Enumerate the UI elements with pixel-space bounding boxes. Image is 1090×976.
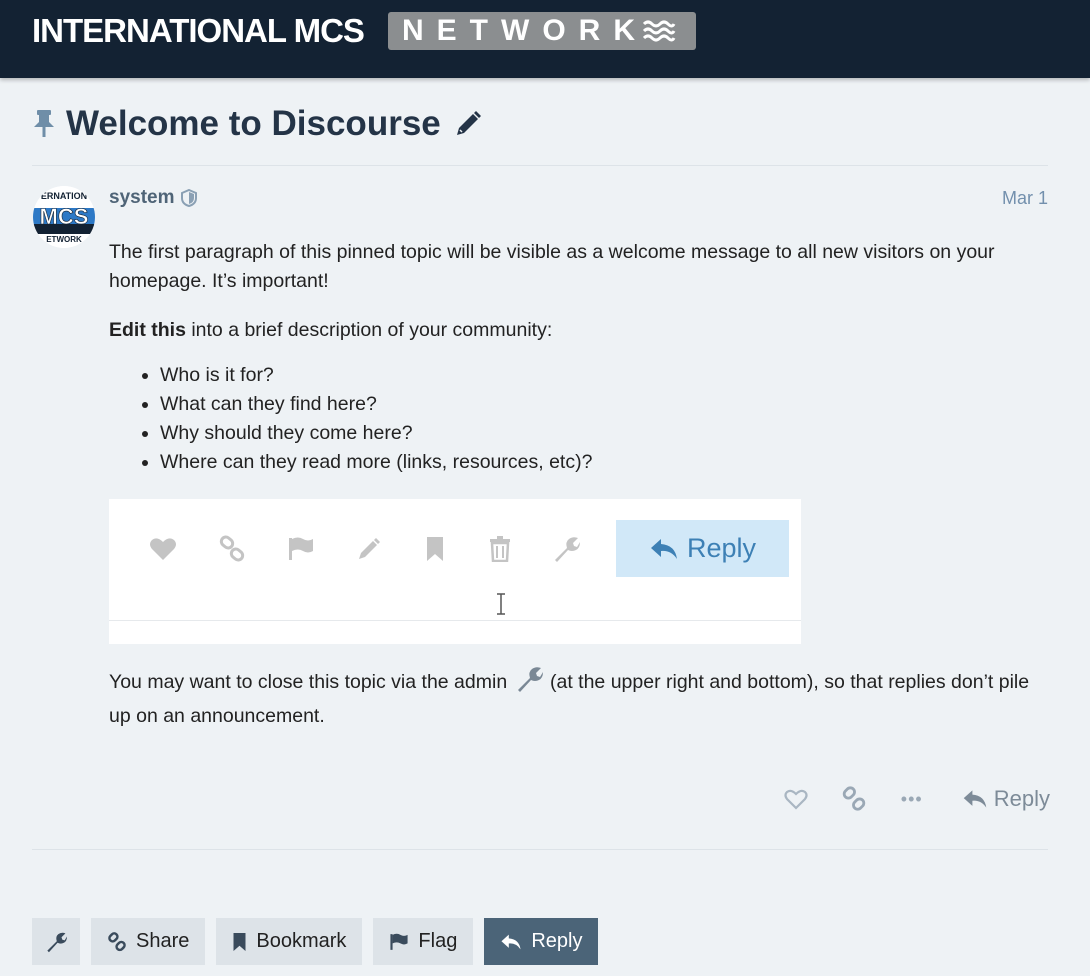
edit-rest-text: into a brief description of your communi… (185, 319, 553, 341)
embed-divider (109, 620, 801, 621)
avatar[interactable]: ERNATION MCS ETWORK (33, 186, 95, 248)
text-cursor-icon (496, 592, 506, 616)
post-actions: ••• Reply (776, 782, 1050, 816)
topic-title-row: Welcome to Discourse (32, 100, 483, 148)
embed-reply-label: Reply (686, 533, 757, 563)
title-divider (32, 165, 1048, 166)
list-item: Why should they come here? (160, 419, 1054, 448)
username-text[interactable]: system (109, 187, 175, 209)
flag-icon (287, 535, 315, 563)
more-actions-button[interactable]: ••• (892, 782, 932, 816)
embedded-screenshot[interactable]: Reply (109, 499, 801, 644)
bookmark-icon (421, 535, 449, 563)
flag-label: Flag (418, 930, 458, 952)
avatar-text-bot: ETWORK (46, 235, 82, 244)
post-paragraph-close: You may want to close this topic via the… (109, 665, 1054, 731)
post-body: The first paragraph of this pinned topic… (109, 238, 1054, 477)
topic-footer-buttons: Share Bookmark Flag Reply (32, 918, 609, 965)
reply-icon (650, 538, 677, 559)
flag-icon (390, 933, 408, 950)
waves-icon (642, 18, 676, 44)
post-paragraph-1: The first paragraph of this pinned topic… (109, 241, 995, 292)
post-paragraph-2: Edit this into a brief description of yo… (109, 316, 1054, 345)
like-button[interactable] (776, 782, 816, 816)
admin-wrench-button[interactable] (32, 918, 80, 965)
pencil-icon[interactable] (453, 109, 483, 139)
share-label: Share (136, 930, 190, 952)
shield-icon (180, 189, 197, 207)
bookmark-label: Bookmark (256, 930, 347, 952)
reply-label: Reply (531, 930, 583, 952)
reply-icon (963, 790, 987, 808)
post-date[interactable]: Mar 1 (1002, 188, 1048, 209)
heart-icon (149, 535, 177, 563)
pin-icon (32, 109, 58, 139)
share-button[interactable]: Share (91, 918, 206, 965)
flag-button[interactable]: Flag (373, 918, 474, 965)
list-item: Who is it for? (160, 361, 1054, 390)
reply-icon (501, 934, 521, 949)
bookmark-icon (233, 932, 246, 951)
avatar-text-top: ERNATION (41, 191, 87, 201)
embed-reply-button: Reply (616, 520, 789, 577)
trash-icon (486, 535, 514, 563)
post-reply-label: Reply (993, 786, 1050, 811)
post-username[interactable]: system (109, 187, 197, 209)
heart-icon (784, 789, 808, 810)
close-text-before: You may want to close this topic via the… (109, 671, 513, 693)
list-item: Where can they read more (links, resourc… (160, 448, 1054, 477)
post-divider (32, 849, 1048, 850)
wrench-icon (47, 932, 67, 952)
post-reply-button[interactable]: Reply (962, 782, 1050, 816)
wrench-icon (515, 665, 543, 702)
reply-button[interactable]: Reply (484, 918, 599, 965)
avatar-text-mid: MCS (40, 204, 89, 229)
wrench-icon (552, 535, 580, 563)
logo-network-text: NETWORK (402, 14, 648, 47)
copy-link-button[interactable] (834, 782, 874, 816)
link-icon (108, 931, 126, 951)
site-logo-network-badge[interactable]: NETWORK (388, 12, 696, 50)
edit-this-bold: Edit this (109, 319, 186, 341)
site-header: INTERNATIONAL MCS NETWORK (0, 0, 1090, 78)
bookmark-button[interactable]: Bookmark (216, 918, 363, 965)
topic-title[interactable]: Welcome to Discourse (66, 104, 441, 144)
link-icon (842, 786, 865, 811)
list-item: What can they find here? (160, 390, 1054, 419)
site-logo[interactable]: INTERNATIONAL MCS (32, 12, 365, 50)
link-icon (218, 535, 246, 563)
bullet-list: Who is it for? What can they find here? … (160, 361, 1054, 477)
pencil-icon (355, 535, 383, 563)
